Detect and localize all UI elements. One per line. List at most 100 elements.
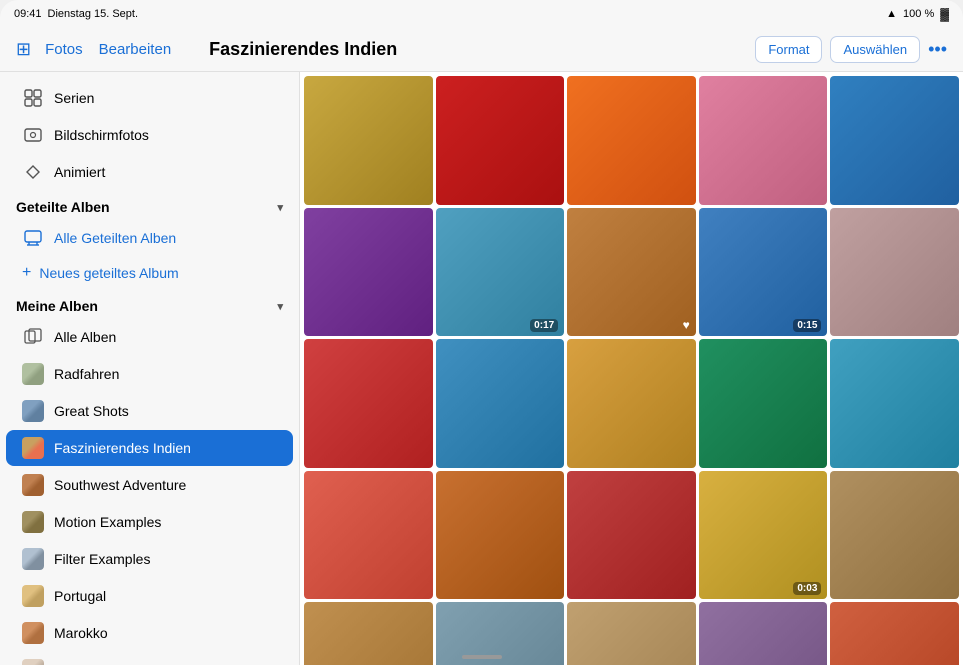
great-shots-label: Great Shots	[54, 403, 129, 419]
photo-cell-photo21[interactable]	[304, 602, 433, 665]
photo-cell-photo6[interactable]	[304, 208, 433, 337]
toolbar-left: ⊞ Fotos Bearbeiten	[16, 37, 173, 62]
sidebar-item-faszinierendes-indien[interactable]: Faszinierendes Indien	[6, 430, 293, 466]
photo-cell-photo11[interactable]	[304, 339, 433, 468]
select-button[interactable]: Auswählen	[830, 36, 920, 63]
serien-icon	[22, 87, 44, 109]
more-icon: •••	[928, 39, 947, 59]
faszinierendes-indien-thumb	[22, 437, 44, 459]
time: 09:41	[14, 8, 42, 20]
photo-cell-photo23[interactable]	[567, 602, 696, 665]
sidebar-item-alle-geteilte[interactable]: Alle Geteilten Alben	[6, 220, 293, 256]
plus-icon: +	[22, 264, 31, 282]
new-shared-album-button[interactable]: + Neues geteiltes Album	[6, 257, 293, 289]
puppy-pics-thumb	[22, 659, 44, 665]
fotos-label: Fotos	[45, 41, 83, 58]
sidebar-item-southwest-adventure[interactable]: Southwest Adventure	[6, 467, 293, 503]
photo-cell-photo1[interactable]	[304, 76, 433, 205]
date: Dienstag 15. Sept.	[48, 8, 139, 20]
page-title: Faszinierendes Indien	[209, 39, 397, 59]
filter-examples-thumb	[22, 548, 44, 570]
sidebar-item-motion-examples[interactable]: Motion Examples	[6, 504, 293, 540]
photo-cell-photo10[interactable]	[830, 208, 959, 337]
sidebar-item-alle-alben[interactable]: Alle Alben	[6, 319, 293, 355]
shared-chevron[interactable]: ▾	[277, 201, 283, 214]
more-button[interactable]: •••	[928, 39, 947, 60]
grid-row-4	[304, 602, 959, 665]
photo-cell-photo3[interactable]	[567, 76, 696, 205]
grid-row-2	[304, 339, 959, 468]
shared-icon	[22, 227, 44, 249]
top-items-section: Serien Bildschirmfotos	[0, 80, 299, 190]
sidebar-item-filter-examples[interactable]: Filter Examples	[6, 541, 293, 577]
toolbar: ⊞ Fotos Bearbeiten Faszinierendes Indien…	[0, 28, 963, 72]
alle-alben-label: Alle Alben	[54, 329, 116, 345]
toolbar-right: Format Auswählen •••	[755, 36, 947, 63]
photo-badge: 0:17	[530, 319, 558, 332]
southwest-adventure-label: Southwest Adventure	[54, 477, 186, 493]
photo-cell-photo9[interactable]: 0:15	[699, 208, 828, 337]
photo-cell-photo12[interactable]	[436, 339, 565, 468]
my-albums-chevron[interactable]: ▾	[277, 300, 283, 313]
sidebar-item-puppy-pics[interactable]: Puppy Pics	[6, 652, 293, 665]
faszinierendes-indien-label: Faszinierendes Indien	[54, 440, 191, 456]
photo-cell-photo2[interactable]	[436, 76, 565, 205]
photo-cell-photo20[interactable]	[830, 471, 959, 600]
content-area: Serien Bildschirmfotos	[0, 72, 963, 665]
photo-cell-photo17[interactable]	[436, 471, 565, 600]
radfahren-thumb	[22, 363, 44, 385]
photo-cell-photo14[interactable]	[699, 339, 828, 468]
great-shots-thumb	[22, 400, 44, 422]
sidebar-item-serien[interactable]: Serien	[6, 80, 293, 116]
alle-alben-icon	[22, 326, 44, 348]
photo-badge: 0:15	[793, 319, 821, 332]
sidebar-item-portugal[interactable]: Portugal	[6, 578, 293, 614]
grid-row-3: 0:03	[304, 471, 959, 600]
photo-cell-photo13[interactable]	[567, 339, 696, 468]
grid-container: 0:17 ♥ 0:15 0:03	[304, 76, 959, 665]
photo-cell-photo16[interactable]	[304, 471, 433, 600]
grid-row-0	[304, 76, 959, 205]
animiert-icon	[22, 161, 44, 183]
shared-albums-label: Geteilte Alben	[16, 199, 110, 215]
bildschirmfotos-label: Bildschirmfotos	[54, 127, 149, 143]
photo-cell-photo25[interactable]	[830, 602, 959, 665]
app-container: ⊞ Fotos Bearbeiten Faszinierendes Indien…	[0, 28, 963, 665]
portugal-label: Portugal	[54, 588, 106, 604]
southwest-adventure-thumb	[22, 474, 44, 496]
screenshot-icon	[22, 124, 44, 146]
motion-examples-label: Motion Examples	[54, 514, 161, 530]
my-albums-header: Meine Alben ▾	[0, 290, 299, 318]
sidebar-item-marokko[interactable]: Marokko	[6, 615, 293, 651]
my-albums-list: Alle Alben Radfahren Great Shots Fasziniere…	[0, 319, 299, 665]
format-button[interactable]: Format	[755, 36, 822, 63]
battery-label: 100 %	[903, 8, 934, 20]
alle-geteilte-label: Alle Geteilten Alben	[54, 230, 176, 246]
bearbeiten-button[interactable]: Bearbeiten	[97, 37, 174, 62]
sidebar-item-bildschirmfotos[interactable]: Bildschirmfotos	[6, 117, 293, 153]
photo-cell-photo5[interactable]	[830, 76, 959, 205]
marokko-label: Marokko	[54, 625, 108, 641]
shared-albums-header: Geteilte Alben ▾	[0, 191, 299, 219]
radfahren-label: Radfahren	[54, 366, 119, 382]
photo-cell-photo7[interactable]: 0:17	[436, 208, 565, 337]
sidebar-toggle-button[interactable]: ⊞	[16, 39, 31, 60]
photo-cell-photo4[interactable]	[699, 76, 828, 205]
photo-cell-photo24[interactable]	[699, 602, 828, 665]
photo-cell-photo18[interactable]	[567, 471, 696, 600]
photo-badge: 0:03	[793, 582, 821, 595]
sidebar-item-animiert[interactable]: Animiert	[6, 154, 293, 190]
filter-examples-label: Filter Examples	[54, 551, 150, 567]
photo-cell-photo19[interactable]: 0:03	[699, 471, 828, 600]
photo-grid: 0:17 ♥ 0:15 0:03	[300, 72, 963, 665]
home-indicator	[462, 655, 502, 659]
sidebar: Serien Bildschirmfotos	[0, 72, 300, 665]
animiert-label: Animiert	[54, 164, 105, 180]
sidebar-item-radfahren[interactable]: Radfahren	[6, 356, 293, 392]
photo-cell-photo15[interactable]	[830, 339, 959, 468]
serien-label: Serien	[54, 90, 94, 106]
heart-icon: ♥	[683, 318, 690, 332]
sidebar-item-great-shots[interactable]: Great Shots	[6, 393, 293, 429]
photo-cell-photo8[interactable]: ♥	[567, 208, 696, 337]
status-bar-left: 09:41 Dienstag 15. Sept.	[14, 8, 138, 20]
